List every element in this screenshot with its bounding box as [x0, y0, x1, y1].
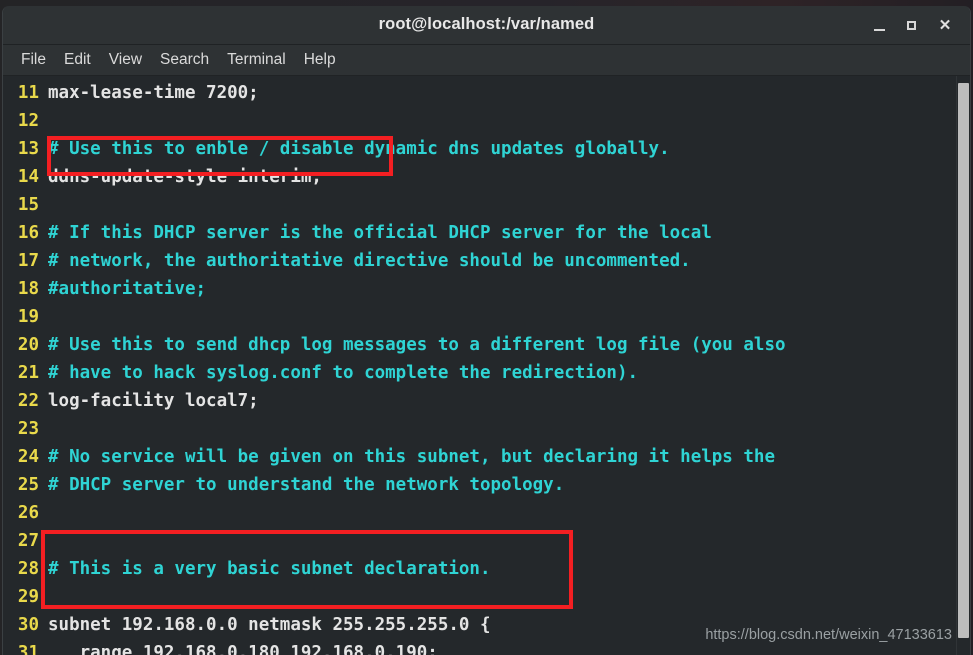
- line-number: 23: [17, 419, 39, 439]
- editor-line: 13 # Use this to enble / disable dynamic …: [3, 135, 970, 163]
- title-bar[interactable]: root@localhost:/var/named ✕: [3, 6, 970, 45]
- menu-bar: File Edit View Search Terminal Help: [3, 45, 970, 76]
- line-text: # If this DHCP server is the official DH…: [48, 223, 712, 243]
- window-title: root@localhost:/var/named: [378, 15, 595, 33]
- minimize-button[interactable]: [864, 6, 894, 44]
- editor-line: 22 log-facility local7;: [3, 387, 970, 415]
- line-number: 20: [17, 335, 39, 355]
- line-number: 31: [17, 643, 39, 655]
- menu-item-file[interactable]: File: [12, 49, 55, 72]
- line-number: 12: [17, 111, 39, 131]
- line-number: 13: [17, 139, 39, 159]
- line-text: range 192.168.0.180 192.168.0.190;: [48, 643, 438, 655]
- scrollbar-thumb[interactable]: [958, 83, 969, 638]
- terminal-screen[interactable]: 11 max-lease-time 7200; 12 13 # Use this to …: [3, 76, 970, 655]
- editor-line: 12: [3, 107, 970, 135]
- line-number: 24: [17, 447, 39, 467]
- line-number: 14: [17, 167, 39, 187]
- line-number: 21: [17, 363, 39, 383]
- maximize-button[interactable]: [896, 6, 926, 44]
- vim-editor-lines: 11 max-lease-time 7200; 12 13 # Use this to …: [3, 79, 970, 655]
- line-number: 17: [17, 251, 39, 271]
- maximize-icon: [906, 20, 916, 30]
- line-text: # This is a very basic subnet declaratio…: [48, 559, 491, 579]
- minimize-icon: [873, 29, 885, 31]
- menu-item-terminal[interactable]: Terminal: [218, 49, 295, 72]
- scrollbar[interactable]: [956, 76, 970, 655]
- editor-line: 20 # Use this to send dhcp log messages t…: [3, 331, 970, 359]
- editor-line: 19: [3, 303, 970, 331]
- editor-line: 25 # DHCP server to understand the networ…: [3, 471, 970, 499]
- line-number: 27: [17, 531, 39, 551]
- line-number: 28: [17, 559, 39, 579]
- editor-line: 11 max-lease-time 7200;: [3, 79, 970, 107]
- line-text: log-facility local7;: [48, 391, 259, 411]
- close-icon: ✕: [938, 16, 952, 34]
- line-number: 15: [17, 195, 39, 215]
- line-number: 19: [17, 307, 39, 327]
- line-number: 22: [17, 391, 39, 411]
- editor-line: 27: [3, 527, 970, 555]
- line-number: 11: [17, 83, 39, 103]
- close-button[interactable]: ✕: [930, 6, 960, 44]
- menu-item-help[interactable]: Help: [295, 49, 345, 72]
- line-text: # have to hack syslog.conf to complete t…: [48, 363, 639, 383]
- line-text: # network, the authoritative directive s…: [48, 251, 691, 271]
- line-text: # No service will be given on this subne…: [48, 447, 775, 467]
- line-number: 25: [17, 475, 39, 495]
- line-text: #authoritative;: [48, 279, 207, 299]
- menu-item-edit[interactable]: Edit: [55, 49, 100, 72]
- line-number: 29: [17, 587, 39, 607]
- editor-line: 26: [3, 499, 970, 527]
- menu-item-view[interactable]: View: [100, 49, 151, 72]
- editor-line: 28 # This is a very basic subnet declarat…: [3, 555, 970, 583]
- watermark: https://blog.csdn.net/weixin_47133613: [705, 627, 952, 643]
- editor-line: 16 # If this DHCP server is the official …: [3, 219, 970, 247]
- line-text: subnet 192.168.0.0 netmask 255.255.255.0…: [48, 615, 491, 635]
- line-text: # Use this to enble / disable dynamic dn…: [48, 139, 670, 159]
- line-number: 18: [17, 279, 39, 299]
- menu-item-search[interactable]: Search: [151, 49, 218, 72]
- editor-line: 17 # network, the authoritative directive…: [3, 247, 970, 275]
- line-number: 30: [17, 615, 39, 635]
- line-text: # DHCP server to understand the network …: [48, 475, 565, 495]
- editor-line: 24 # No service will be given on this sub…: [3, 443, 970, 471]
- editor-line: 21 # have to hack syslog.conf to complete…: [3, 359, 970, 387]
- line-number: 16: [17, 223, 39, 243]
- terminal-window: root@localhost:/var/named ✕ File Edit Vi…: [2, 6, 971, 655]
- editor-line: 23: [3, 415, 970, 443]
- editor-line: 15: [3, 191, 970, 219]
- line-text: ddns-update-style interim;: [48, 167, 322, 187]
- editor-line: 29: [3, 583, 970, 611]
- line-text: max-lease-time 7200;: [48, 83, 259, 103]
- line-number: 26: [17, 503, 39, 523]
- line-text: # Use this to send dhcp log messages to …: [48, 335, 786, 355]
- editor-line: 14 ddns-update-style interim;: [3, 163, 970, 191]
- editor-line: 18 #authoritative;: [3, 275, 970, 303]
